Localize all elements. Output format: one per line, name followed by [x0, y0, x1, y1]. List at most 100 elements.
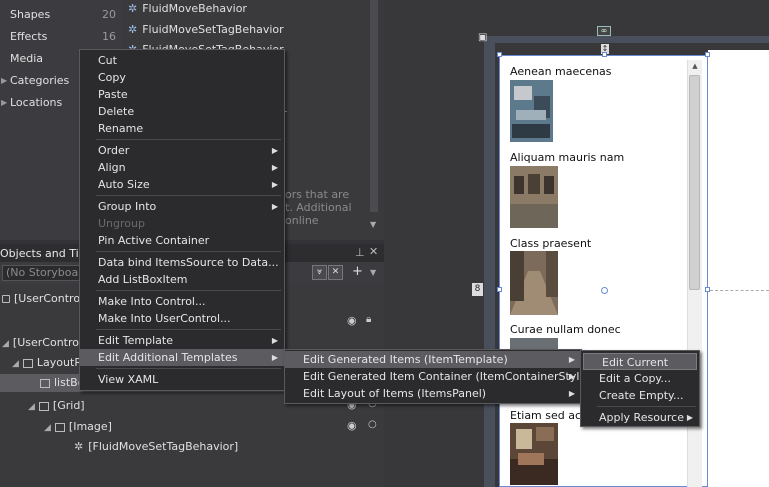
- tree-node[interactable]: ◢ [Image]: [44, 418, 112, 436]
- submenu-arrow-icon: ▶: [271, 353, 278, 362]
- menu-item-label: Group Into: [98, 200, 157, 213]
- grid-ruler-top[interactable]: [495, 36, 769, 43]
- menu-item-label: Auto Size: [98, 178, 150, 191]
- menu-item-auto-size[interactable]: Auto Size ▶: [80, 176, 284, 193]
- menu-item-label: Order: [98, 144, 130, 157]
- scroll-up-icon[interactable]: ▲: [690, 62, 700, 72]
- listbox-item-title: Aliquam mauris nam: [510, 151, 625, 164]
- menu-item-cut[interactable]: Cut: [80, 52, 284, 69]
- menu-separator: [96, 368, 281, 369]
- chevron-down-icon[interactable]: ▼: [370, 268, 376, 277]
- tree-node[interactable]: ◢ [UserControl]: [2, 334, 86, 352]
- category-label: Media: [10, 52, 44, 65]
- menu-item-apply-resource[interactable]: Apply Resource ▶: [581, 409, 699, 426]
- listbox-item-title: Class praesent: [510, 237, 592, 250]
- tree-node[interactable]: ✲ [FluidMoveSetTagBehavior]: [74, 438, 238, 456]
- menu-item-add-listboxitem[interactable]: Add ListBoxItem: [80, 271, 284, 288]
- center-point-handle[interactable]: [601, 287, 608, 294]
- new-storyboard-icon[interactable]: +: [352, 264, 363, 279]
- ruler-infinity-marker[interactable]: ∞: [597, 26, 611, 36]
- asset-item[interactable]: ✲ FluidMoveSetTagBehavior: [128, 21, 284, 39]
- close-storyboard-icon[interactable]: ✕: [328, 265, 343, 280]
- menu-item-paste[interactable]: Paste: [80, 86, 284, 103]
- submenu-arrow-icon: ▶: [271, 163, 278, 172]
- menu-item-edit-additional-templates[interactable]: Edit Additional Templates ▶: [80, 349, 284, 366]
- pin-icon[interactable]: ⊥: [355, 246, 365, 259]
- alignment-guide: [710, 290, 769, 291]
- behavior-gear-icon: ✲: [128, 2, 138, 15]
- visibility-eye-icon[interactable]: ◉: [347, 419, 357, 432]
- submenu-arrow-icon: ▶: [271, 336, 278, 345]
- storyboard-options-icon[interactable]: ⩔: [312, 265, 327, 280]
- collapse-arrow-icon[interactable]: ◢: [2, 339, 9, 349]
- menu-item-create-empty[interactable]: Create Empty...: [581, 387, 699, 404]
- scrollbar-thumb[interactable]: [689, 75, 700, 290]
- menu-item-edit-current[interactable]: Edit Current: [583, 353, 697, 370]
- menu-item-make-into-usercontrol[interactable]: Make Into UserControl...: [80, 310, 284, 327]
- menu-item-edit-generated-items[interactable]: Edit Generated Items (ItemTemplate) ▶: [285, 351, 581, 368]
- edit-template-submenu: Edit Current Edit a Copy... Create Empty…: [580, 350, 700, 427]
- visibility-eye-icon[interactable]: ◉: [347, 314, 357, 327]
- collapse-arrow-icon[interactable]: ◢: [12, 359, 19, 369]
- grid-ruler-left[interactable]: [484, 36, 495, 487]
- asset-scrollbar[interactable]: [370, 0, 378, 212]
- menu-item-rename[interactable]: Rename: [80, 120, 284, 137]
- listbox-item-image: [510, 423, 558, 485]
- menu-item-view-xaml[interactable]: View XAML: [80, 371, 284, 388]
- tree-node-label: [Grid]: [52, 399, 85, 412]
- ruler-margin-marker[interactable]: 8: [472, 283, 483, 296]
- lock-icon[interactable]: 🔒︎: [366, 314, 371, 325]
- menu-item-order[interactable]: Order ▶: [80, 142, 284, 159]
- menu-separator: [597, 406, 696, 407]
- behavior-gear-icon: ✲: [128, 23, 138, 36]
- menu-item-edit-template[interactable]: Edit Template ▶: [80, 332, 284, 349]
- category-label: Shapes: [10, 8, 51, 21]
- menu-item-edit-layout-of-items[interactable]: Edit Layout of Items (ItemsPanel) ▶: [285, 385, 581, 402]
- tree-node[interactable]: ◢ [Grid]: [28, 397, 85, 415]
- menu-item-delete[interactable]: Delete: [80, 103, 284, 120]
- asset-description: ors that are t. Additional online: [285, 188, 375, 227]
- listbox-item-image: [510, 166, 558, 228]
- templates-submenu: Edit Generated Items (ItemTemplate) ▶ Edi…: [284, 349, 590, 404]
- expand-arrow-icon[interactable]: ▶: [1, 70, 7, 92]
- lock-dot-icon[interactable]: ○: [368, 419, 377, 430]
- tree-node[interactable]: [UserControl]: [2, 290, 87, 308]
- category-label: Effects: [10, 30, 48, 43]
- resize-handle[interactable]: [705, 52, 710, 57]
- resize-handle[interactable]: [705, 287, 710, 292]
- menu-item-label: Align: [98, 161, 126, 174]
- menu-item-data-bind[interactable]: Data bind ItemsSource to Data...: [80, 254, 284, 271]
- asset-item[interactable]: ✲ FluidMoveBehavior: [128, 0, 247, 18]
- menu-item-copy[interactable]: Copy: [80, 69, 284, 86]
- menu-item-edit-generated-item-container[interactable]: Edit Generated Item Container (ItemConta…: [285, 368, 590, 385]
- resize-handle[interactable]: [602, 52, 607, 57]
- resize-handle[interactable]: [497, 287, 502, 292]
- grid-selector-icon[interactable]: ▣: [478, 32, 490, 43]
- menu-item-ungroup: Ungroup: [98, 217, 145, 230]
- usercontrol-icon: [2, 295, 10, 303]
- submenu-arrow-icon: ▶: [568, 372, 575, 381]
- category-label: Categories: [10, 74, 70, 87]
- category-effects[interactable]: Effects 16: [0, 26, 122, 48]
- submenu-arrow-icon: ▶: [271, 180, 278, 189]
- menu-item-pin-active-container[interactable]: Pin Active Container: [80, 232, 284, 249]
- thumbnail-image: [510, 251, 558, 315]
- menu-separator: [96, 329, 281, 330]
- resize-handle[interactable]: [497, 52, 502, 57]
- menu-item-edit-a-copy[interactable]: Edit a Copy...: [581, 370, 699, 387]
- collapse-arrow-icon[interactable]: ◢: [28, 402, 35, 412]
- close-icon[interactable]: ✕: [369, 245, 378, 258]
- menu-item-align[interactable]: Align ▶: [80, 159, 284, 176]
- menu-separator: [96, 195, 281, 196]
- grid-icon: [38, 401, 49, 411]
- menu-separator: [96, 139, 281, 140]
- description-line: t. Additional: [285, 201, 352, 214]
- grid-icon: [22, 358, 33, 368]
- menu-item-make-into-control[interactable]: Make Into Control...: [80, 293, 284, 310]
- collapse-arrow-icon[interactable]: ◢: [44, 423, 51, 433]
- category-shapes[interactable]: Shapes 20: [0, 4, 122, 26]
- category-label: Locations: [10, 96, 63, 109]
- menu-item-group-into[interactable]: Group Into ▶: [80, 198, 284, 215]
- thumbnail-image: [510, 80, 553, 142]
- expand-arrow-icon[interactable]: ▶: [1, 92, 7, 114]
